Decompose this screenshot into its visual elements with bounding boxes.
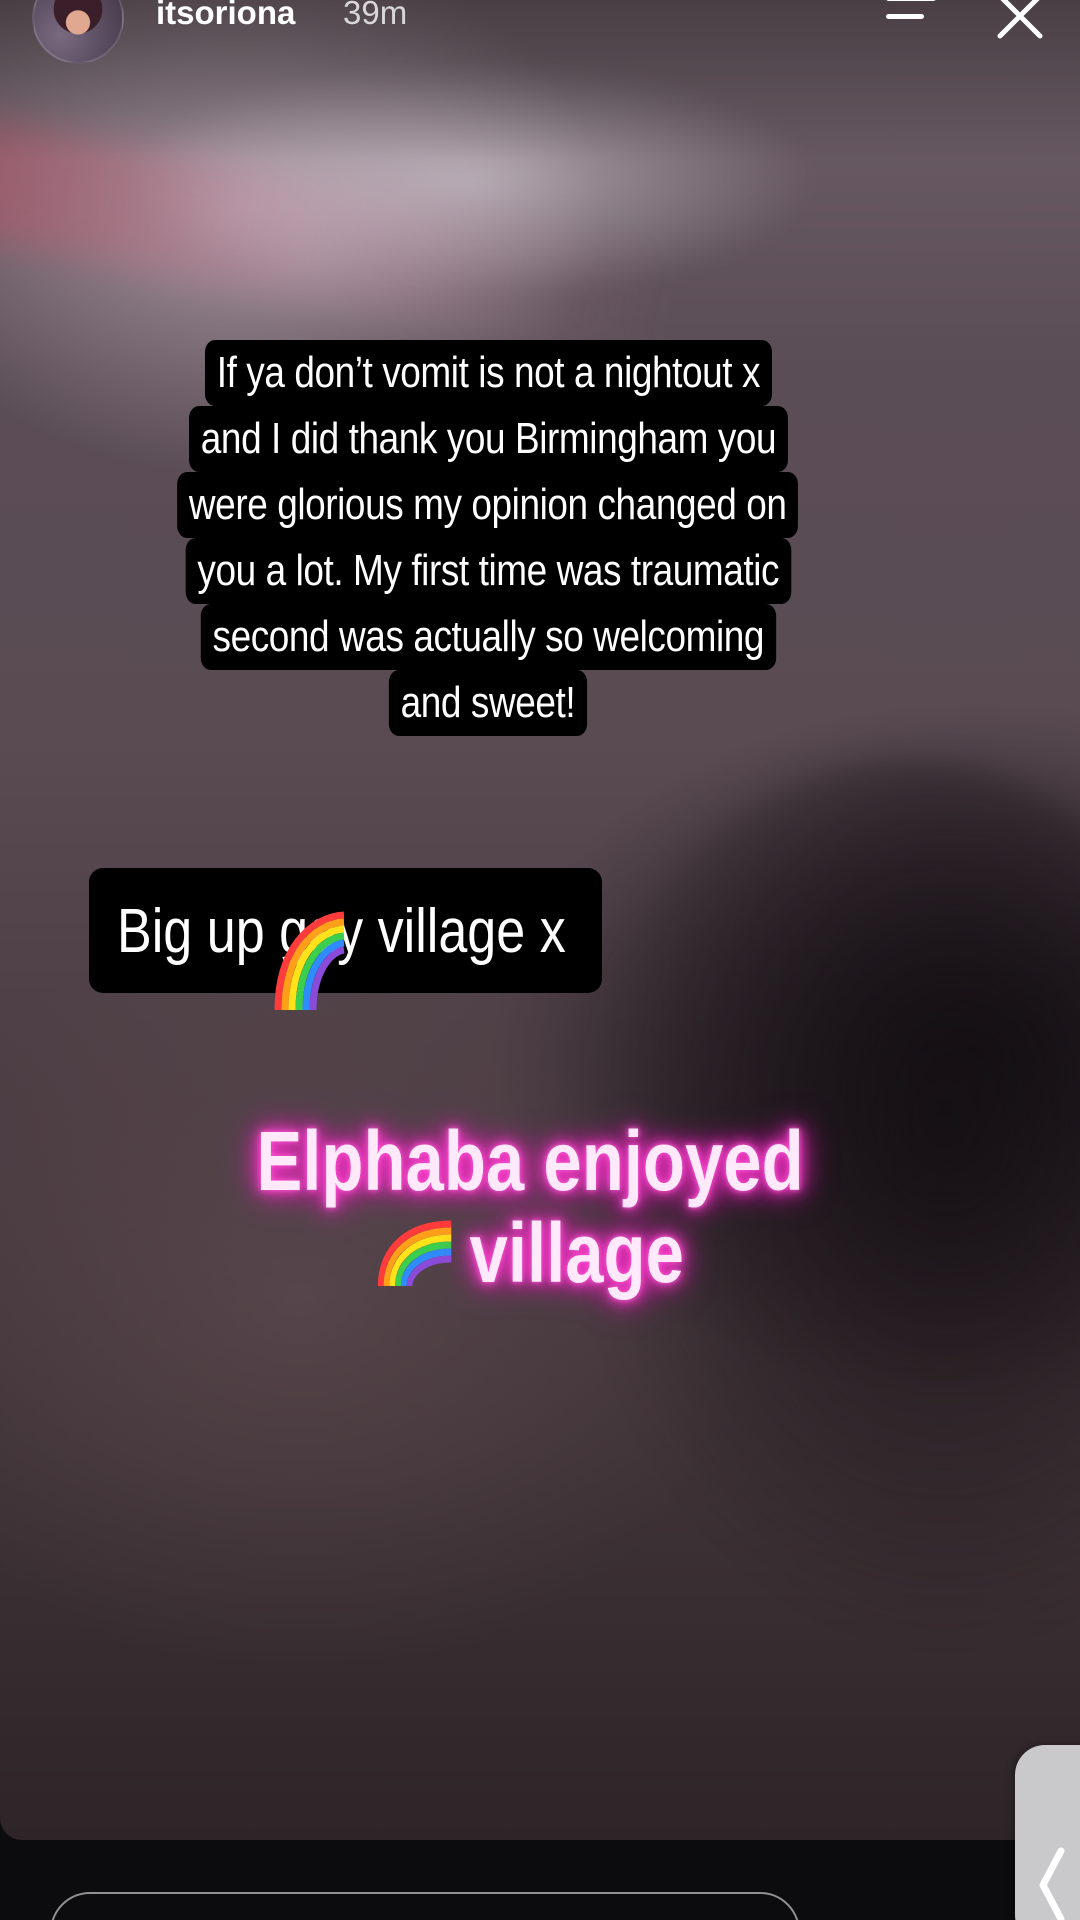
menu-lines-icon[interactable] [880,0,940,40]
neon-line-1: Elphaba enjoyed [256,1114,804,1208]
story-caption: If ya don’t vomit is not a nightout x an… [108,340,868,736]
timestamp: 39m [343,0,408,31]
caption-line: you a lot. My first time was traumatic [185,538,791,604]
rainbow-emoji-icon [378,1220,452,1287]
username[interactable]: itsoriona [156,0,295,32]
chevron-left-icon [1039,1847,1065,1920]
caption-line: and I did thank you Birmingham you [188,406,788,472]
caption-line: second was actually so welcoming [200,604,776,670]
close-icon[interactable] [990,0,1050,46]
reply-input[interactable] [50,1892,800,1920]
side-panel-handle[interactable] [1015,1745,1080,1920]
story-media[interactable]: If ya don’t vomit is not a nightout x an… [0,0,1080,1840]
caption-line: If ya don’t vomit is not a nightout x [204,340,772,406]
story-screen: If ya don’t vomit is not a nightout x an… [0,0,1080,1920]
neon-text-sticker: Elphaba enjoyed village [227,1115,834,1299]
story-header: itsoriona 39m [0,0,1080,64]
neon-line-2-text: village [469,1206,684,1300]
caption-line: were glorious my opinion changed on [177,472,799,538]
avatar[interactable] [32,0,124,64]
rainbow-sticker-icon [274,911,345,1011]
caption-line: and sweet! [388,670,588,736]
neon-line-2: village [227,1207,834,1299]
